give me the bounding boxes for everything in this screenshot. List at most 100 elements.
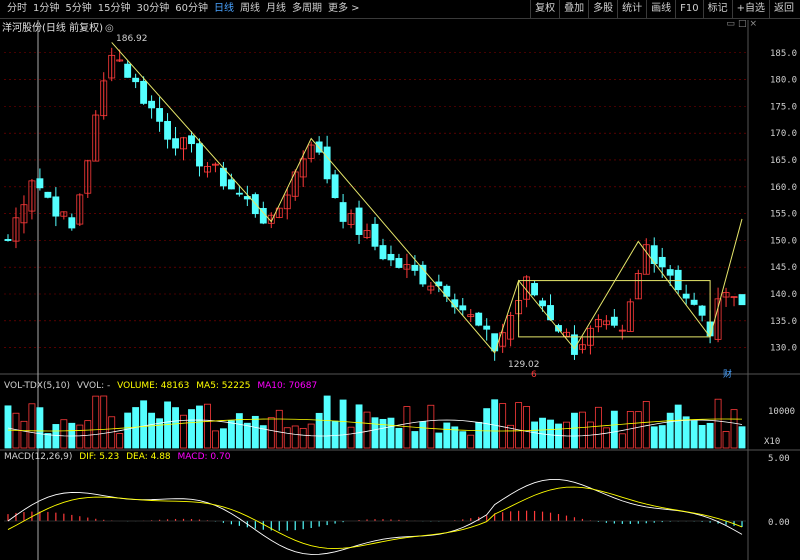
vol-volume: VOLUME: 48163 (117, 381, 190, 391)
candle-body-60 (483, 325, 491, 330)
price-tick-7: 150.0 (770, 236, 797, 246)
volume-bar-45 (363, 411, 371, 449)
volume-bar-92 (738, 426, 746, 449)
high-price-label: 186.92 (116, 34, 148, 44)
price-tick-4: 165.0 (770, 156, 797, 166)
volume-bar-53 (427, 404, 435, 449)
candle-body-87 (698, 305, 706, 316)
trend-line-0 (111, 42, 743, 354)
candle-body-40 (323, 146, 331, 180)
volume-bar-3 (28, 403, 36, 449)
volume-bar-78 (626, 411, 634, 449)
volume-axis-unit: X10 (764, 437, 780, 447)
event-marker-2[interactable]: 财 (723, 368, 732, 380)
volume-bar-88 (706, 422, 714, 449)
volume-bar-10 (84, 420, 92, 449)
candle-body-61 (491, 333, 499, 352)
volume-bar-33 (267, 417, 275, 449)
price-tick-0: 185.0 (770, 49, 797, 59)
volume-bar-91 (730, 409, 738, 449)
volume-bar-43 (347, 426, 355, 449)
price-tick-8: 145.0 (770, 263, 797, 273)
volume-bar-37 (299, 427, 307, 449)
volume-bar-41 (331, 420, 339, 449)
macd-dea: DEA: 4.88 (126, 452, 171, 462)
candle-body-42 (339, 202, 347, 222)
candle-body-21 (172, 138, 179, 149)
vol-indicator-name[interactable]: VOL-TDX(5,10) (4, 381, 70, 391)
volume-bar-61 (491, 399, 499, 449)
macd-axis-mid: 0.00 (768, 518, 790, 528)
volume-bar-87 (698, 424, 706, 449)
volume-bar-79 (634, 411, 642, 449)
macd-indicator-name[interactable]: MACD(12,26,9) (4, 452, 72, 462)
volume-bar-82 (658, 425, 666, 449)
volume-bar-29 (235, 413, 243, 449)
volume-bar-81 (650, 426, 658, 449)
candle-body-46 (371, 223, 379, 247)
volume-bar-77 (618, 433, 626, 449)
volume-bar-76 (610, 410, 618, 449)
volume-bar-47 (379, 418, 387, 449)
candle-body-92 (738, 294, 746, 306)
candle-layer (4, 47, 746, 361)
volume-bar-44 (355, 404, 363, 449)
volume-bar-50 (403, 406, 411, 449)
candle-body-82 (658, 256, 666, 268)
candle-body-17 (140, 80, 148, 104)
volume-bar-24 (196, 405, 203, 449)
candle-body-86 (690, 299, 698, 305)
volume-bar-46 (371, 417, 379, 449)
candle-body-29 (235, 192, 243, 195)
volume-bar-17 (140, 400, 148, 449)
volume-bar-28 (227, 420, 235, 449)
price-tick-11: 130.0 (770, 344, 797, 354)
volume-bar-2 (20, 420, 28, 449)
candle-body-19 (156, 108, 164, 122)
candle-body-81 (650, 245, 658, 265)
volume-bar-52 (419, 421, 427, 449)
candle-body-18 (148, 100, 156, 109)
volume-bar-80 (642, 400, 650, 449)
volume-bar-70 (563, 421, 570, 449)
volume-axis-tick: 10000 (768, 407, 795, 417)
price-axis: 185.0 180.0 175.0 170.0 165.0 160.0 155.0 150.0… (770, 49, 797, 354)
candle-body-48 (387, 253, 395, 261)
volume-bar-7 (60, 419, 68, 449)
low-price-label: 129.02 (508, 360, 540, 370)
volume-bar-39 (315, 412, 323, 449)
volume-bar-84 (674, 404, 682, 449)
price-tick-10: 135.0 (770, 317, 797, 327)
volume-bar-85 (682, 416, 690, 449)
volume-bar-51 (411, 431, 419, 449)
volume-bar-26 (211, 430, 219, 449)
price-tick-1: 180.0 (770, 76, 797, 86)
candle-body-84 (674, 269, 682, 291)
candle-body-8 (68, 217, 76, 229)
candle-body-23 (188, 135, 195, 145)
volume-bar-74 (594, 406, 602, 449)
price-tick-9: 140.0 (770, 290, 797, 300)
volume-layer (4, 395, 746, 449)
macd-dif: DIF: 5.23 (79, 452, 120, 462)
kline-chart[interactable]: 185.0 180.0 175.0 170.0 165.0 160.0 155.0 150.0… (0, 0, 800, 560)
candle-body-16 (132, 77, 140, 83)
vol-ma10: MA10: 70687 (257, 381, 318, 391)
volume-bar-60 (483, 408, 491, 449)
candle-body-41 (331, 174, 339, 199)
volume-bar-58 (467, 434, 475, 449)
volume-bar-71 (571, 412, 578, 449)
candle-body-85 (682, 293, 690, 299)
volume-bar-67 (539, 417, 546, 449)
candle-body-66 (531, 283, 539, 296)
volume-bar-35 (283, 427, 291, 449)
candle-body-52 (419, 264, 427, 285)
drawing-layer[interactable] (111, 42, 743, 354)
volume-bar-42 (339, 399, 347, 449)
candle-body-0 (4, 239, 12, 241)
event-marker-1[interactable]: 6 (531, 370, 537, 380)
candle-body-68 (547, 305, 554, 321)
volume-bar-27 (219, 428, 227, 449)
candle-body-15 (124, 63, 132, 78)
volume-bar-54 (435, 432, 443, 449)
